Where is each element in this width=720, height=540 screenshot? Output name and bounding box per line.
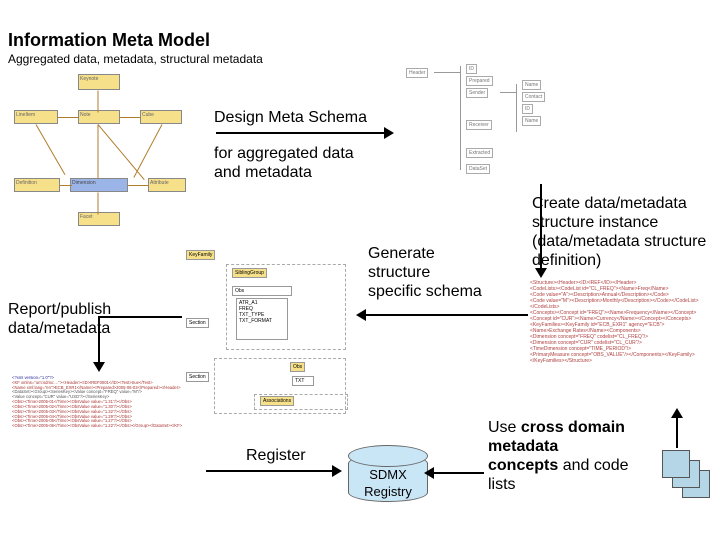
- def-line: <Code value="M"><Description>Monthly</De…: [530, 298, 710, 310]
- xml-tree-diagram: Header ID Prepared Sender Name Contact I…: [404, 64, 570, 184]
- schema-diagram: KeyFamily SiblingGroup Section Obs ATR_A…: [184, 244, 354, 424]
- create-instance-label-3: (data/metadata structure: [532, 232, 706, 252]
- report-publish-label-2: data/metadata: [8, 319, 110, 339]
- generate-schema-label-3: specific schema: [368, 282, 482, 302]
- arrowhead-icon: [356, 309, 366, 321]
- arrowhead-icon: [93, 362, 105, 372]
- schema-box: KeyFamily: [186, 250, 215, 260]
- use-concepts-label-2: metadata: [488, 437, 558, 457]
- model-diagram: Keynote LineItem Note Cube Definition Di…: [8, 72, 194, 236]
- tree-box: Name: [522, 80, 541, 90]
- tree-box: Extracted: [466, 148, 493, 158]
- registry-label-2: Registry: [348, 484, 428, 499]
- structure-definition-block: <Structure><Header><ID>IREF</ID></Header…: [530, 280, 710, 430]
- tree-box: Contact: [522, 92, 545, 102]
- arrowhead-icon: [384, 127, 394, 139]
- arrow-concepts-to-registry: [432, 472, 484, 474]
- arrow-stack-to-def: [676, 416, 678, 448]
- register-label: Register: [246, 446, 306, 466]
- create-instance-label-1: Create data/metadata: [532, 194, 687, 214]
- report-publish-label-1: Report/publish: [8, 300, 111, 320]
- schema-box: SiblingGroup: [232, 268, 267, 278]
- uml-box: Attribute: [148, 178, 186, 192]
- uml-box: LineItem: [14, 110, 58, 124]
- use-concepts-label-1: Use cross domain: [488, 418, 625, 438]
- page-title: Information Meta Model: [8, 30, 210, 51]
- uml-box: Dimension: [70, 178, 128, 192]
- page-subtitle: Aggregated data, metadata, structural me…: [8, 52, 263, 66]
- schema-box: TXT: [292, 376, 314, 386]
- schema-box: Obs: [290, 362, 305, 372]
- design-schema-label-3: and metadata: [214, 163, 312, 183]
- arrowhead-icon: [332, 465, 342, 477]
- arrow-code-to-registry: [206, 470, 334, 472]
- stack-box-icon: [662, 450, 690, 478]
- schema-attr-box: ATR_A1 FREQ TXT_TYPE TXT_FORMAT: [236, 298, 288, 340]
- tree-box: Name: [522, 116, 541, 126]
- design-schema-label-1: Design Meta Schema: [214, 108, 367, 128]
- tree-box: Prepared: [466, 76, 493, 86]
- schema-box: Section: [186, 318, 209, 328]
- tree-box: ID: [522, 104, 533, 114]
- arrow-schema-to-code-h: [98, 316, 182, 318]
- uml-box: Facet: [78, 212, 120, 226]
- schema-box: Obs: [232, 286, 292, 296]
- arrowhead-icon: [424, 467, 434, 479]
- tree-box: Receiver: [466, 120, 492, 130]
- arrow-tree-to-def: [540, 184, 542, 270]
- registry-label-1: SDMX: [349, 467, 427, 482]
- create-instance-label-2: structure instance: [532, 213, 658, 233]
- arrowhead-icon: [671, 408, 683, 418]
- arrowhead-icon: [535, 268, 547, 278]
- arrow-design-to-tree: [216, 132, 384, 134]
- def-line: <PrimaryMeasure concept="OBS_VALUE"/></C…: [530, 352, 710, 364]
- schema-box: Associations: [260, 396, 294, 406]
- use-concepts-label-3: concepts and code: [488, 456, 629, 476]
- tree-box: Header: [406, 68, 428, 78]
- use-concepts-label-4: lists: [488, 475, 516, 495]
- generate-schema-label-1: Generate: [368, 244, 435, 264]
- uml-box: Keynote: [78, 74, 120, 90]
- uml-box: Note: [78, 110, 120, 124]
- tree-box: Sender: [466, 88, 488, 98]
- tree-box: ID: [466, 64, 477, 74]
- generate-schema-label-2: structure: [368, 263, 430, 283]
- tree-box: DataSet: [466, 164, 490, 174]
- uml-box: Definition: [14, 178, 60, 192]
- uml-box: Cube: [140, 110, 182, 124]
- design-schema-label-2: for aggregated data: [214, 144, 354, 164]
- xml-data-block: <?xml version="1.0"?> <KF xmlns="urn:sdm…: [12, 376, 200, 476]
- code-line: <Obs><Time>2005-06</Time><ObsValue value…: [12, 424, 200, 429]
- arrow-schema-to-code-v: [98, 316, 100, 364]
- arrow-def-to-schema: [366, 314, 528, 316]
